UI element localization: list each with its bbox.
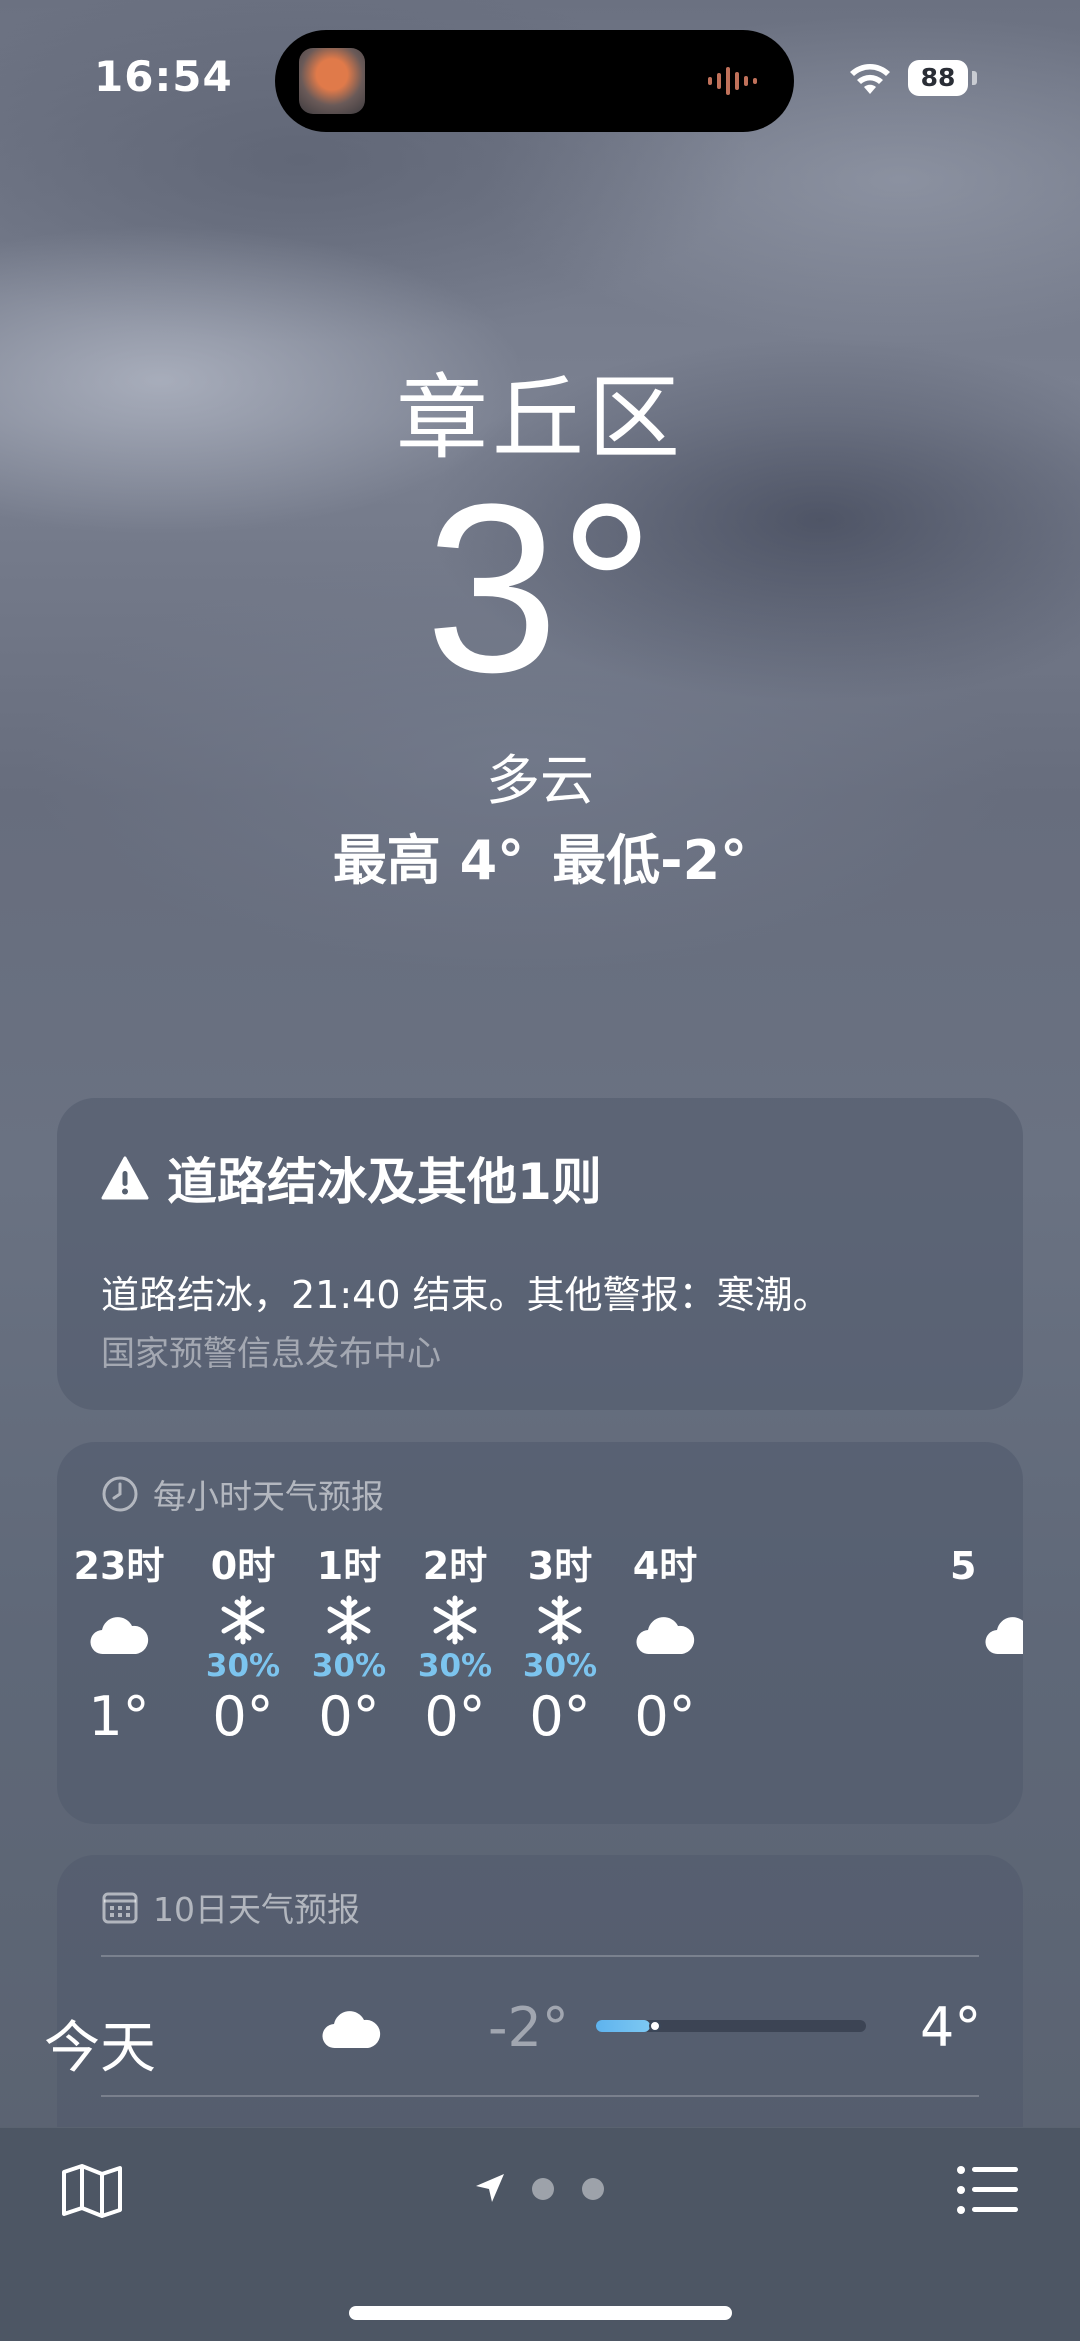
alert-source: 国家预警信息发布中心 — [101, 1334, 441, 1374]
divider — [101, 2095, 979, 2097]
snowflake-icon — [327, 1595, 371, 1645]
page-dot[interactable] — [582, 2178, 604, 2200]
audio-waveform-icon — [708, 67, 757, 95]
high-temp: 最高 4° — [332, 829, 525, 892]
high-low: 最高 4° 最低-2° — [0, 816, 1080, 895]
hour-item[interactable]: 4时 0° — [590, 1542, 740, 1752]
low-temp: 最低-2° — [552, 829, 748, 892]
temperature-range-bar — [596, 2020, 866, 2032]
current-temperature: 3° — [425, 454, 655, 722]
hourly-header-label: 每小时天气预报 — [153, 1477, 384, 1516]
daily-header-label: 10日天气预报 — [153, 1890, 360, 1929]
hour-icon-slot — [950, 1590, 1023, 1676]
weather-screen: 16:54 88 章丘区 3° 多云 最高 4° 最低-2° 道路结冰及其他1则… — [0, 0, 1080, 2341]
hour-temp: 0° — [634, 1685, 696, 1748]
alert-title-row: 道路结冰及其他1则 — [101, 1142, 602, 1214]
snowflake-icon — [221, 1595, 265, 1645]
hour-time: 4时 — [632, 1544, 698, 1588]
day-high-temp: 4° — [920, 1996, 982, 2059]
hourly-forecast-card[interactable]: 每小时天气预报 23时 1° 0时 30% 0° 1时 30% 0° 2时 30… — [57, 1442, 1023, 1824]
battery-nub — [972, 71, 977, 85]
battery-level: 88 — [908, 60, 968, 96]
status-time: 16:54 — [94, 52, 233, 101]
weather-condition: 多云 — [486, 749, 594, 812]
dynamic-island[interactable] — [275, 30, 794, 132]
wifi-icon — [850, 64, 890, 94]
snowflake-icon — [433, 1595, 477, 1645]
home-indicator[interactable] — [349, 2306, 732, 2320]
alert-title: 道路结冰及其他1则 — [167, 1153, 602, 1211]
day-low-temp: -2° — [488, 1996, 569, 2059]
hour-icon-slot — [590, 1590, 740, 1676]
severe-weather-alert-card[interactable]: 道路结冰及其他1则 道路结冰，21:40 结束。其他警报：寒潮。 国家预警信息发… — [57, 1098, 1023, 1410]
location-arrow-icon[interactable] — [474, 2172, 506, 2204]
calendar-icon — [102, 1892, 138, 1924]
page-dot[interactable] — [532, 2178, 554, 2200]
snowflake-icon — [538, 1595, 582, 1645]
daily-header: 10日天气预报 — [101, 1883, 360, 1931]
list-icon[interactable] — [956, 2164, 1020, 2216]
cloud-icon — [985, 1617, 1023, 1655]
current-temp-marker — [649, 2020, 662, 2032]
divider — [101, 1955, 979, 1957]
warning-triangle-icon — [101, 1156, 149, 1200]
clock-icon — [102, 1476, 138, 1512]
hour-item-partial[interactable]: 5 — [950, 1542, 1023, 1676]
alert-body: 道路结冰，21:40 结束。其他警报：寒潮。 — [101, 1273, 831, 1317]
map-icon[interactable] — [60, 2162, 124, 2220]
temperature-range-fill — [596, 2020, 650, 2032]
cloud-icon — [90, 1617, 149, 1655]
cloud-icon — [636, 1617, 695, 1655]
hourly-header: 每小时天气预报 — [101, 1470, 384, 1518]
now-playing-artwork — [299, 48, 365, 114]
hour-time: 5 — [950, 1544, 977, 1588]
day-name: 今天 — [44, 2016, 156, 2081]
current-temperature-wrap: 3° — [0, 450, 1080, 726]
cloud-icon — [322, 2011, 381, 2049]
